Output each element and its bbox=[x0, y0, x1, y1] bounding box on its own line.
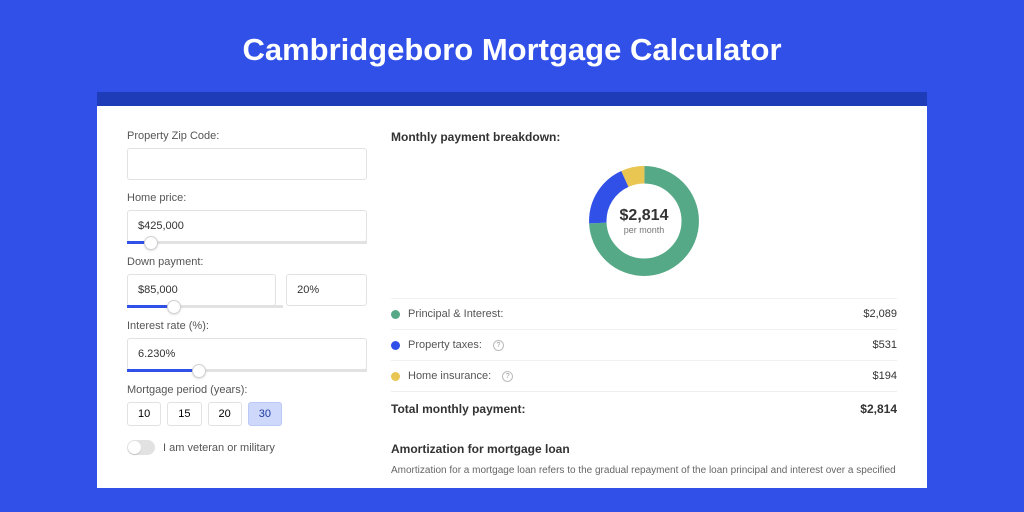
price-input[interactable] bbox=[127, 210, 367, 242]
down-pct-input[interactable] bbox=[286, 274, 367, 306]
legend-row-insurance: Home insurance: ? $194 bbox=[391, 360, 897, 391]
legend-value-principal: $2,089 bbox=[863, 308, 897, 320]
period-btn-30[interactable]: 30 bbox=[248, 402, 282, 426]
help-icon[interactable]: ? bbox=[493, 340, 504, 351]
breakdown-column: Monthly payment breakdown: $2,814 per mo… bbox=[391, 130, 897, 478]
donut-center: $2,814 per month bbox=[583, 160, 705, 282]
period-btn-10[interactable]: 10 bbox=[127, 402, 161, 426]
donut-sub: per month bbox=[624, 225, 665, 235]
card-shadow: Property Zip Code: Home price: Down paym… bbox=[97, 92, 927, 488]
period-options: 10 15 20 30 bbox=[127, 402, 367, 426]
dot-principal bbox=[391, 310, 400, 319]
down-label: Down payment: bbox=[127, 256, 367, 268]
total-value: $2,814 bbox=[860, 402, 897, 416]
veteran-label: I am veteran or military bbox=[163, 442, 275, 454]
help-icon[interactable]: ? bbox=[502, 371, 513, 382]
legend-label-principal: Principal & Interest: bbox=[408, 308, 503, 320]
rate-slider[interactable] bbox=[127, 369, 367, 372]
rate-slider-thumb[interactable] bbox=[192, 364, 206, 378]
calculator-card: Property Zip Code: Home price: Down paym… bbox=[97, 106, 927, 488]
page-title: Cambridgeboro Mortgage Calculator bbox=[0, 0, 1024, 92]
period-btn-15[interactable]: 15 bbox=[167, 402, 201, 426]
breakdown-title: Monthly payment breakdown: bbox=[391, 130, 897, 144]
rate-label: Interest rate (%): bbox=[127, 320, 367, 332]
rate-slider-fill bbox=[127, 369, 199, 372]
legend-row-taxes: Property taxes: ? $531 bbox=[391, 329, 897, 360]
legend-value-taxes: $531 bbox=[873, 339, 897, 351]
total-row: Total monthly payment: $2,814 bbox=[391, 391, 897, 426]
price-slider-thumb[interactable] bbox=[144, 236, 158, 250]
down-field: Down payment: bbox=[127, 256, 367, 308]
donut-chart: $2,814 per month bbox=[583, 160, 705, 282]
period-field: Mortgage period (years): 10 15 20 30 bbox=[127, 384, 367, 426]
dot-insurance bbox=[391, 372, 400, 381]
zip-field: Property Zip Code: bbox=[127, 130, 367, 180]
period-btn-20[interactable]: 20 bbox=[208, 402, 242, 426]
amortization-text: Amortization for a mortgage loan refers … bbox=[391, 464, 897, 478]
down-slider-thumb[interactable] bbox=[167, 300, 181, 314]
period-label: Mortgage period (years): bbox=[127, 384, 367, 396]
price-field: Home price: bbox=[127, 192, 367, 244]
donut-amount: $2,814 bbox=[620, 207, 669, 225]
down-amount-input[interactable] bbox=[127, 274, 276, 306]
donut-chart-wrap: $2,814 per month bbox=[391, 154, 897, 298]
price-label: Home price: bbox=[127, 192, 367, 204]
amortization-title: Amortization for mortgage loan bbox=[391, 442, 897, 456]
price-slider[interactable] bbox=[127, 241, 367, 244]
input-column: Property Zip Code: Home price: Down paym… bbox=[127, 130, 367, 478]
legend-value-insurance: $194 bbox=[873, 370, 897, 382]
veteran-row: I am veteran or military bbox=[127, 440, 367, 455]
veteran-toggle[interactable] bbox=[127, 440, 155, 455]
total-label: Total monthly payment: bbox=[391, 402, 525, 416]
legend-label-taxes: Property taxes: bbox=[408, 339, 482, 351]
rate-field: Interest rate (%): bbox=[127, 320, 367, 372]
dot-taxes bbox=[391, 341, 400, 350]
legend-label-insurance: Home insurance: bbox=[408, 370, 491, 382]
zip-label: Property Zip Code: bbox=[127, 130, 367, 142]
rate-input[interactable] bbox=[127, 338, 367, 370]
zip-input[interactable] bbox=[127, 148, 367, 180]
down-slider[interactable] bbox=[127, 305, 283, 308]
legend-row-principal: Principal & Interest: $2,089 bbox=[391, 298, 897, 329]
